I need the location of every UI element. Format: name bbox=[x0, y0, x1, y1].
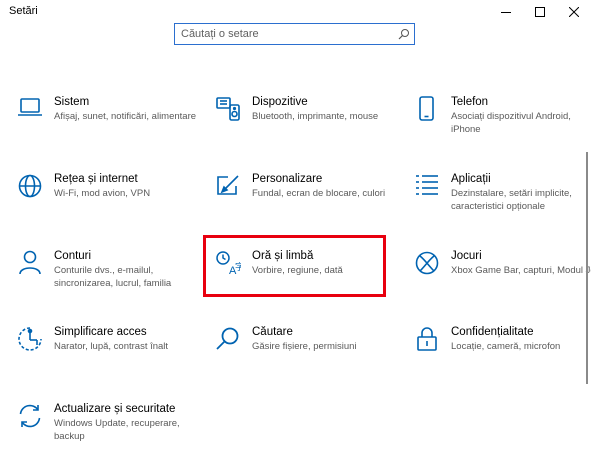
category-name: Simplificare acces bbox=[54, 326, 147, 338]
category-ease-of-access[interactable]: Simplificare acces Narator, lupă, contra… bbox=[17, 326, 197, 386]
category-update-security[interactable]: Actualizare și securitate Windows Update… bbox=[17, 403, 197, 463]
apps-list-icon bbox=[416, 175, 438, 195]
minimize-button[interactable] bbox=[489, 0, 523, 24]
category-description: Wi-Fi, mod avion, VPN bbox=[54, 188, 151, 199]
close-button[interactable] bbox=[557, 0, 591, 24]
category-name: Rețea și internet bbox=[54, 173, 138, 185]
window-title: Setări bbox=[9, 5, 38, 17]
category-description: Narator, lupă, contrast înalt bbox=[54, 341, 169, 352]
category-description: Găsire fișiere, permisiuni bbox=[252, 341, 357, 352]
category-description: Dezinstalare, setări implicite, caracter… bbox=[451, 188, 572, 212]
highlight-box bbox=[203, 235, 386, 297]
category-gaming[interactable]: Jocuri Xbox Game Bar, capturi, Modul Joc bbox=[414, 250, 591, 310]
category-description: Windows Update, recuperare, backup bbox=[54, 418, 180, 442]
category-name: Conturi bbox=[54, 250, 92, 262]
magnifier-icon bbox=[216, 327, 239, 350]
scrollbar[interactable] bbox=[586, 152, 588, 384]
brush-icon bbox=[217, 175, 239, 195]
xbox-icon bbox=[415, 251, 439, 275]
category-description: Asociați dispozitivul Android, iPhone bbox=[451, 111, 571, 135]
category-description: Fundal, ecran de blocare, culori bbox=[252, 188, 386, 199]
person-icon bbox=[19, 250, 41, 275]
search-icon[interactable] bbox=[398, 28, 410, 40]
category-name: Aplicații bbox=[451, 173, 491, 185]
close-icon bbox=[569, 7, 579, 17]
category-network[interactable]: Rețea și internet Wi-Fi, mod avion, VPN bbox=[17, 173, 197, 233]
update-icon bbox=[19, 404, 41, 428]
ease-of-access-icon bbox=[18, 327, 42, 351]
minimize-icon bbox=[501, 12, 511, 13]
category-name: Dispozitive bbox=[252, 96, 308, 108]
category-apps[interactable]: Aplicații Dezinstalare, setări implicite… bbox=[414, 173, 591, 233]
lock-icon bbox=[417, 327, 437, 351]
category-description: Bluetooth, imprimante, mouse bbox=[252, 111, 379, 122]
category-privacy[interactable]: Confidențialitate Locație, cameră, micro… bbox=[414, 326, 591, 386]
maximize-icon bbox=[535, 7, 545, 17]
title-bar: Setări bbox=[0, 0, 591, 24]
laptop-icon bbox=[18, 98, 42, 116]
category-phone[interactable]: Telefon Asociați dispozitivul Android, i… bbox=[414, 96, 591, 156]
phone-icon bbox=[419, 96, 434, 121]
maximize-button[interactable] bbox=[523, 0, 557, 24]
category-accounts[interactable]: Conturi Conturile dvs., e-mailul, sincro… bbox=[17, 250, 197, 310]
category-devices[interactable]: Dispozitive Bluetooth, imprimante, mouse bbox=[215, 96, 395, 156]
category-name: Telefon bbox=[451, 96, 489, 108]
category-personalization[interactable]: Personalizare Fundal, ecran de blocare, … bbox=[215, 173, 395, 233]
category-name: Confidențialitate bbox=[451, 326, 534, 338]
category-name: Căutare bbox=[252, 326, 293, 338]
category-system[interactable]: Sistem Afișaj, sunet, notificări, alimen… bbox=[17, 96, 197, 156]
category-description: Conturile dvs., e-mailul, sincronizarea,… bbox=[54, 265, 172, 289]
search-box[interactable] bbox=[174, 23, 415, 45]
globe-icon bbox=[18, 174, 42, 198]
category-name: Actualizare și securitate bbox=[54, 403, 176, 415]
category-name: Personalizare bbox=[252, 173, 323, 185]
category-name: Jocuri bbox=[451, 250, 482, 262]
search-input[interactable] bbox=[181, 26, 391, 42]
category-name: Sistem bbox=[54, 96, 90, 108]
category-description: Xbox Game Bar, capturi, Modul Joc bbox=[451, 265, 591, 276]
category-description: Afișaj, sunet, notificări, alimentare bbox=[54, 111, 197, 122]
category-description: Locație, cameră, microfon bbox=[451, 341, 561, 352]
keyboard-speaker-icon bbox=[216, 97, 240, 121]
category-search[interactable]: Căutare Găsire fișiere, permisiuni bbox=[215, 326, 395, 386]
